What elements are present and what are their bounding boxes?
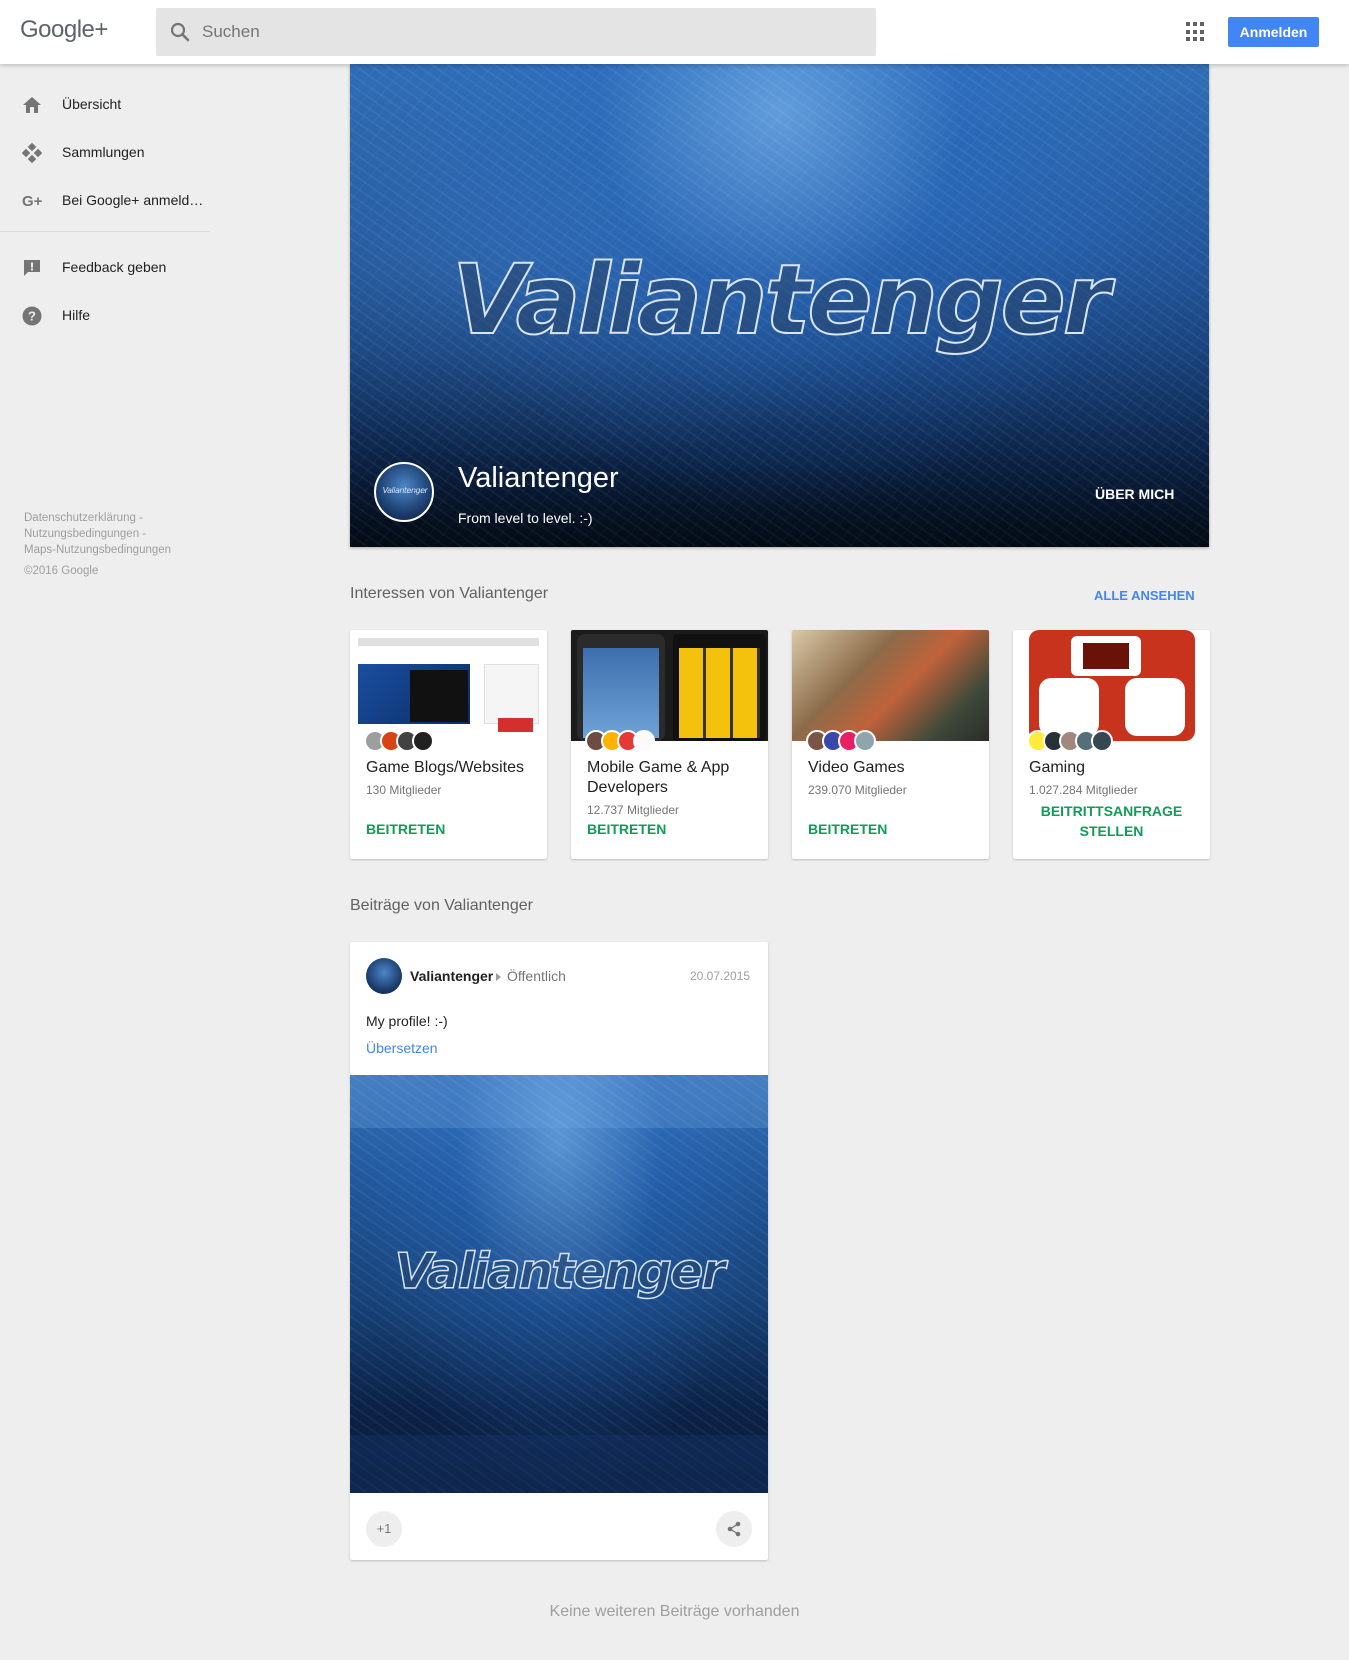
sidebar-item-label: Übersicht <box>62 96 122 112</box>
google-plus-icon: G+ <box>22 193 42 210</box>
copyright: ©2016 Google <box>24 565 99 577</box>
post-card: Valiantenger Öffentlich 20.07.2015 My pr… <box>350 942 768 1560</box>
community-thumbnail <box>792 630 989 741</box>
sidebar-item-feedback[interactable]: Feedback geben <box>0 245 210 291</box>
help-icon: ? <box>22 306 42 326</box>
community-members: 1.027.284 Mitglieder <box>1029 783 1138 797</box>
profile-cover: Valiantenger Valiantenger Valiantenger F… <box>350 64 1209 547</box>
plus-one-button[interactable]: +1 <box>366 1511 402 1547</box>
search-icon <box>170 22 190 42</box>
privacy-link[interactable]: Datenschutzerklärung - <box>24 510 204 526</box>
community-name: Video Games <box>808 759 905 776</box>
end-of-posts: Keine weiteren Beiträge vorhanden <box>0 1603 1349 1621</box>
maps-terms-link[interactable]: Maps-Nutzungsbedingungen <box>24 542 204 558</box>
join-button[interactable]: BEITRETEN <box>366 821 445 837</box>
sidebar-item-label: Hilfe <box>62 307 91 323</box>
post-author[interactable]: Valiantenger <box>410 968 493 984</box>
join-button[interactable]: BEITRETEN <box>587 821 666 837</box>
community-thumbnail <box>1013 630 1210 741</box>
sidebar-item-collections[interactable]: Sammlungen <box>0 130 210 176</box>
post-text: My profile! :-) <box>366 1013 448 1029</box>
top-app-bar: Google+ Anmelden <box>0 0 1349 64</box>
chevron-right-icon <box>496 973 501 981</box>
avatar[interactable]: Valiantenger <box>374 462 434 522</box>
google-plus-logo[interactable]: Google+ <box>20 16 108 44</box>
see-all-link[interactable]: ALLE ANSEHEN <box>1094 588 1195 603</box>
community-members: 130 Mitglieder <box>366 783 442 797</box>
community-card[interactable]: Gaming 1.027.284 Mitglieder BEITRITTSANF… <box>1013 630 1210 859</box>
svg-text:G+: G+ <box>22 193 42 210</box>
community-thumbnail <box>571 630 768 741</box>
avatar-text: Valiantenger <box>382 486 428 495</box>
community-members: 12.737 Mitglieder <box>587 803 680 817</box>
share-button[interactable] <box>716 1511 752 1547</box>
search-box[interactable] <box>156 8 876 56</box>
share-icon <box>727 1521 741 1537</box>
sidebar-item-label: Sammlungen <box>62 144 145 160</box>
community-card[interactable]: Mobile Game & App Developers 12.737 Mitg… <box>571 630 768 859</box>
sidebar-item-label: Feedback geben <box>62 259 167 275</box>
member-avatars <box>585 730 655 754</box>
sidebar-divider <box>0 231 210 232</box>
collections-icon <box>22 143 42 163</box>
post-visibility: Öffentlich <box>507 968 566 984</box>
image-band <box>350 1435 768 1493</box>
post-date[interactable]: 20.07.2015 <box>690 969 750 983</box>
community-members: 239.070 Mitglieder <box>808 783 907 797</box>
post-image[interactable]: Valiantenger <box>350 1075 768 1493</box>
translate-link[interactable]: Übersetzen <box>366 1040 438 1056</box>
member-avatars <box>806 730 876 754</box>
posts-title: Beiträge von Valiantenger <box>350 897 533 914</box>
sign-in-button[interactable]: Anmelden <box>1228 17 1319 47</box>
community-thumbnail <box>350 630 547 741</box>
avatar[interactable] <box>366 958 402 994</box>
sidebar-item-signin-google-plus[interactable]: G+ Bei Google+ anmeld… <box>0 178 210 224</box>
profile-tagline: From level to level. :-) <box>458 510 593 526</box>
community-name: Mobile Game & App Developers <box>587 759 730 796</box>
sidebar-item-help[interactable]: ? Hilfe <box>0 293 210 339</box>
about-me-button[interactable]: ÜBER MICH <box>1095 486 1174 502</box>
community-name: Game Blogs/Websites <box>366 759 524 776</box>
join-button[interactable]: BEITRETEN <box>808 821 887 837</box>
sidebar-item-label: Bei Google+ anmeld… <box>62 192 204 208</box>
member-avatars <box>364 730 434 754</box>
member-avatars <box>1027 730 1113 754</box>
cover-logo-text: Valiantenger <box>451 243 1111 357</box>
community-card[interactable]: Video Games 239.070 Mitglieder BEITRETEN <box>792 630 989 859</box>
terms-link[interactable]: Nutzungsbedingungen - <box>24 526 204 542</box>
post-image-logo: Valiantenger <box>394 1242 726 1301</box>
community-name: Gaming <box>1029 759 1086 776</box>
community-card[interactable]: Game Blogs/Websites 130 Mitglieder BEITR… <box>350 630 547 859</box>
home-icon <box>23 97 41 113</box>
apps-grid-icon[interactable] <box>1186 22 1206 42</box>
interests-title: Interessen von Valiantenger <box>350 585 549 602</box>
profile-name: Valiantenger <box>458 462 619 494</box>
feedback-icon <box>24 260 40 276</box>
join-request-button[interactable]: BEITRITTSANFRAGE STELLEN <box>1029 801 1194 841</box>
footer-links: Datenschutzerklärung - Nutzungsbedingung… <box>24 510 204 558</box>
svg-text:?: ? <box>28 309 36 324</box>
search-input[interactable] <box>196 8 856 56</box>
sidebar-item-overview[interactable]: Übersicht <box>0 82 210 128</box>
end-of-posts-text: Keine weiteren Beiträge vorhanden <box>549 1603 800 1620</box>
